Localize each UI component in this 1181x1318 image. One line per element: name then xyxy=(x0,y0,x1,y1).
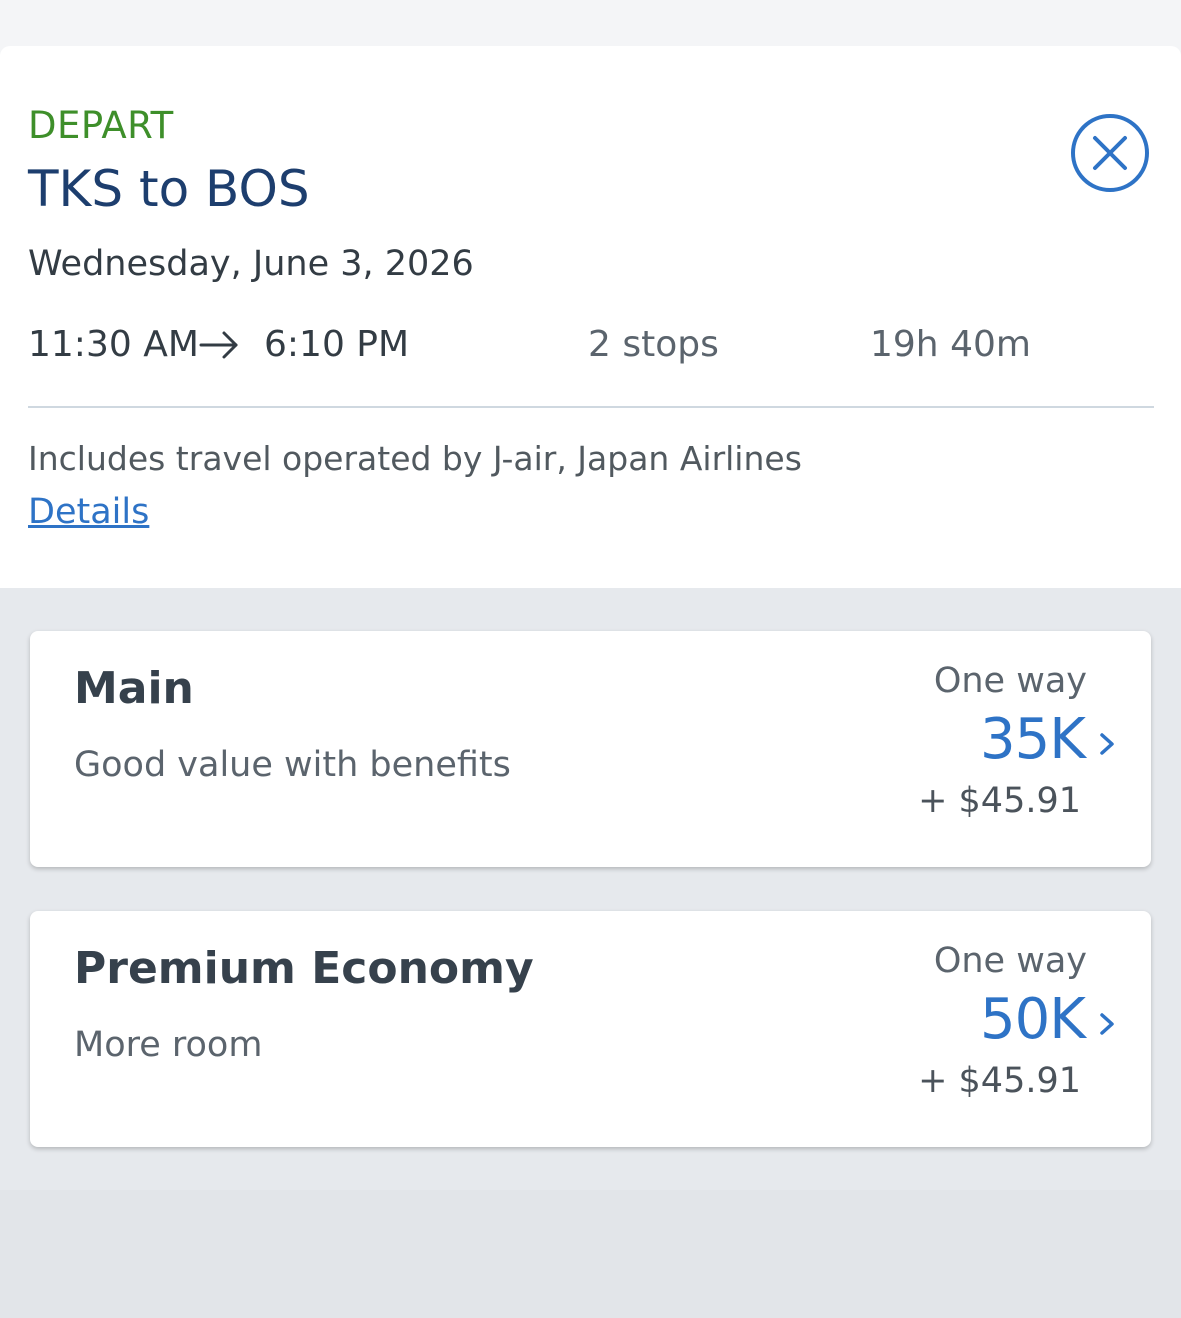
fare-subtitle: More room xyxy=(74,1025,263,1065)
depart-label: DEPART xyxy=(28,104,174,147)
fare-title: Premium Economy xyxy=(74,943,534,994)
fare-subtitle: Good value with benefits xyxy=(74,745,511,785)
flight-date: Wednesday, June 3, 2026 xyxy=(28,244,474,284)
stops-count: 2 stops xyxy=(588,324,719,365)
depart-time: 11:30 AM xyxy=(28,324,199,365)
fare-miles: 50K xyxy=(980,987,1086,1052)
flight-duration: 19h 40m xyxy=(870,324,1031,365)
fare-fee: + $45.91 xyxy=(918,1061,1081,1101)
fare-title: Main xyxy=(74,663,194,714)
fare-card-main[interactable]: Main Good value with benefits One way 35… xyxy=(30,631,1151,867)
close-button[interactable] xyxy=(1070,113,1150,193)
operated-by-note: Includes travel operated by J-air, Japan… xyxy=(28,439,802,478)
bottom-band xyxy=(0,1190,1181,1318)
fare-card-premium-economy[interactable]: Premium Economy More room One way 50K + … xyxy=(30,911,1151,1147)
fare-miles: 35K xyxy=(980,707,1086,772)
chevron-right-icon xyxy=(1100,733,1114,755)
fare-fee: + $45.91 xyxy=(918,781,1081,821)
details-link[interactable]: Details xyxy=(28,492,149,532)
trip-type-label: One way xyxy=(933,661,1087,701)
arrive-time: 6:10 PM xyxy=(264,324,410,365)
chevron-right-icon xyxy=(1100,1013,1114,1035)
arrow-right-icon xyxy=(199,331,238,359)
route-title: TKS to BOS xyxy=(28,160,310,218)
flight-details-sheet xyxy=(0,46,1181,588)
trip-type-label: One way xyxy=(933,941,1087,981)
divider xyxy=(28,406,1154,408)
close-circle-icon xyxy=(1071,114,1149,192)
